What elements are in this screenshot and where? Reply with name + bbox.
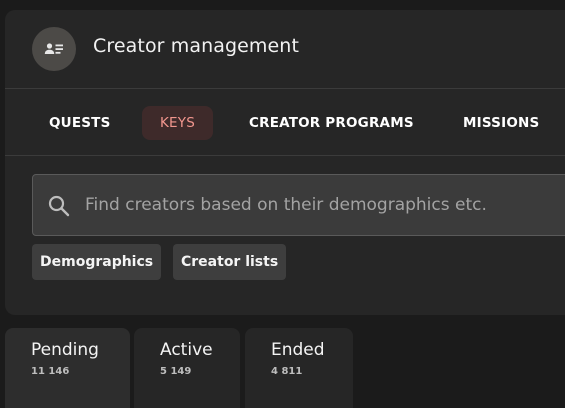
creator-management-card: Creator management QUESTS KEYS CREATOR P…: [5, 10, 565, 315]
status-tab-count: 11 146: [31, 366, 70, 377]
tab-keys[interactable]: KEYS: [142, 106, 213, 140]
status-tab-active[interactable]: Active 5 149: [134, 328, 240, 408]
status-tab-label: Active: [160, 340, 213, 360]
contact-card-icon: [32, 27, 76, 71]
tab-quests[interactable]: QUESTS: [49, 106, 111, 140]
page-title: Creator management: [93, 35, 299, 57]
tab-missions[interactable]: MISSIONS: [463, 106, 539, 140]
card-header: Creator management: [5, 10, 565, 89]
status-tab-ended[interactable]: Ended 4 811: [245, 328, 353, 408]
status-tab-label: Ended: [271, 340, 325, 360]
status-tab-pending[interactable]: Pending 11 146: [5, 328, 130, 408]
search-input[interactable]: [85, 175, 565, 235]
search-icon: [48, 195, 70, 217]
search-bar[interactable]: [32, 174, 565, 236]
status-tab-count: 4 811: [271, 366, 303, 377]
tab-creator-programs[interactable]: CREATOR PROGRAMS: [249, 106, 414, 140]
status-tab-label: Pending: [31, 340, 99, 360]
tab-bar: QUESTS KEYS CREATOR PROGRAMS MISSIONS: [5, 89, 565, 156]
filter-demographics-button[interactable]: Demographics: [32, 244, 162, 280]
status-tab-count: 5 149: [160, 366, 192, 377]
filter-creator-lists-button[interactable]: Creator lists: [173, 244, 287, 280]
